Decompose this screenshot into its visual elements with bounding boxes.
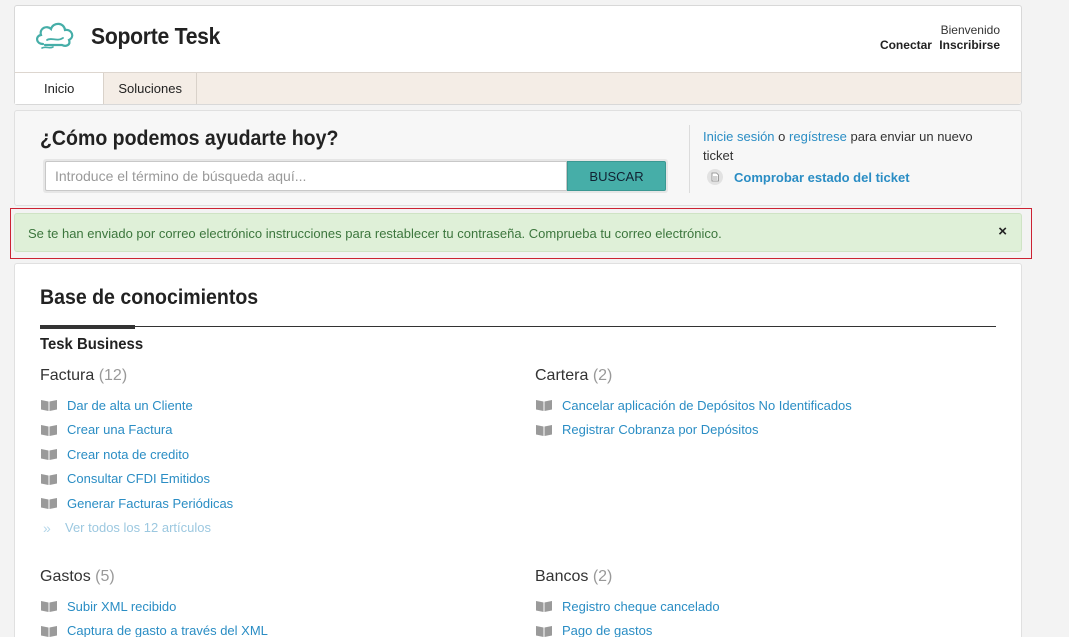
article-item: Registrar Cobranza por Depósitos <box>535 418 975 443</box>
kb-section-title[interactable]: Tesk Business <box>40 336 143 354</box>
cloud-icon <box>36 22 74 49</box>
category-count: (2) <box>592 367 613 384</box>
book-icon <box>41 601 57 613</box>
article-link[interactable]: Consultar CFDI Emitidos <box>67 471 210 486</box>
article-item: Generar Facturas Periódicas <box>40 491 480 516</box>
knowledge-base: Base de conocimientos Tesk Business Fact… <box>14 263 1022 637</box>
view-all-row: » Ver todos los 12 artículos <box>40 516 480 540</box>
book-icon <box>536 400 552 412</box>
search-heading: ¿Cómo podemos ayudarte hoy? <box>40 127 339 150</box>
search-bar: BUSCAR <box>43 159 668 193</box>
article-link[interactable]: Crear una Factura <box>67 422 173 437</box>
article-link[interactable]: Crear nota de credito <box>67 447 189 462</box>
login-link-side[interactable]: Inicie sesión <box>703 129 775 144</box>
category-name[interactable]: Factura <box>40 367 94 384</box>
book-icon <box>41 400 57 412</box>
article-item: Crear nota de credito <box>40 442 480 467</box>
article-link[interactable]: Registrar Cobranza por Depósitos <box>562 422 759 437</box>
article-link[interactable]: Dar de alta un Cliente <box>67 398 193 413</box>
double-chevron-icon: » <box>43 519 51 536</box>
logo[interactable] <box>33 18 77 52</box>
article-item: Cancelar aplicación de Depósitos No Iden… <box>535 393 975 418</box>
tab-inicio[interactable]: Inicio <box>15 73 105 104</box>
check-status-row: Comprobar estado del ticket <box>707 169 910 185</box>
category-cartera: Cartera (2) Cancelar aplicación de Depós… <box>535 367 975 442</box>
article-item: Pago de gastos <box>535 619 975 637</box>
book-icon <box>536 625 552 637</box>
article-link[interactable]: Cancelar aplicación de Depósitos No Iden… <box>562 398 852 413</box>
book-icon <box>41 625 57 637</box>
header: Soporte Tesk Bienvenido Conectar Inscrib… <box>14 5 1022 105</box>
or-text: o <box>778 129 786 144</box>
category-heading[interactable]: Cartera (2) <box>535 367 975 393</box>
ticket-info: Inicie sesión o regístrese para enviar u… <box>703 127 973 165</box>
category-name[interactable]: Gastos <box>40 568 91 585</box>
book-icon <box>41 424 57 436</box>
divider <box>689 125 690 193</box>
search-panel: ¿Cómo podemos ayudarte hoy? BUSCAR Inici… <box>14 110 1022 206</box>
book-icon <box>536 424 552 436</box>
search-button[interactable]: BUSCAR <box>567 161 666 191</box>
book-icon <box>41 473 57 485</box>
article-item: Crear una Factura <box>40 418 480 443</box>
book-icon <box>41 498 57 510</box>
user-box: Bienvenido Conectar Inscribirse <box>876 23 1000 53</box>
category-heading[interactable]: Factura (12) <box>40 367 480 393</box>
document-icon <box>707 169 723 185</box>
check-status-link[interactable]: Comprobar estado del ticket <box>734 170 910 185</box>
book-icon <box>41 449 57 461</box>
article-item: Consultar CFDI Emitidos <box>40 467 480 492</box>
search-input[interactable] <box>45 161 567 191</box>
category-heading[interactable]: Bancos (2) <box>535 568 975 594</box>
article-link[interactable]: Pago de gastos <box>562 623 652 637</box>
tab-soluciones[interactable]: Soluciones <box>104 73 197 104</box>
article-item: Registro cheque cancelado <box>535 594 975 619</box>
login-link[interactable]: Conectar <box>880 38 932 52</box>
article-link[interactable]: Captura de gasto a través del XML <box>67 623 268 637</box>
article-item: Dar de alta un Cliente <box>40 393 480 418</box>
category-factura: Factura (12) Dar de alta un Cliente Crea… <box>40 367 480 540</box>
book-icon <box>536 601 552 613</box>
category-gastos: Gastos (5) Subir XML recibido Captura de… <box>40 568 480 637</box>
alert-message: Se te han enviado por correo electrónico… <box>28 226 722 241</box>
category-name[interactable]: Bancos <box>535 568 588 585</box>
category-heading[interactable]: Gastos (5) <box>40 568 480 594</box>
view-all-link[interactable]: Ver todos los 12 artículos <box>65 520 211 535</box>
category-bancos: Bancos (2) Registro cheque cancelado Pag… <box>535 568 975 637</box>
article-item: Subir XML recibido <box>40 594 480 619</box>
kb-divider-accent <box>40 325 135 329</box>
category-name[interactable]: Cartera <box>535 367 588 384</box>
category-count: (2) <box>592 568 613 585</box>
category-count: (5) <box>95 568 115 585</box>
brand-title[interactable]: Soporte Tesk <box>91 23 220 50</box>
article-link[interactable]: Generar Facturas Periódicas <box>67 496 233 511</box>
article-item: Captura de gasto a través del XML <box>40 619 480 637</box>
kb-title: Base de conocimientos <box>40 286 259 309</box>
category-count: (12) <box>98 367 128 384</box>
kb-divider <box>40 326 996 327</box>
close-icon[interactable]: × <box>998 223 1007 240</box>
signup-link[interactable]: Inscribirse <box>939 38 1000 52</box>
success-alert: Se te han enviado por correo electrónico… <box>14 213 1022 252</box>
article-link[interactable]: Registro cheque cancelado <box>562 599 720 614</box>
article-link[interactable]: Subir XML recibido <box>67 599 176 614</box>
welcome-text: Bienvenido <box>940 23 1000 37</box>
main-nav: Inicio Soluciones <box>15 72 1021 104</box>
register-link[interactable]: regístrese <box>789 129 847 144</box>
